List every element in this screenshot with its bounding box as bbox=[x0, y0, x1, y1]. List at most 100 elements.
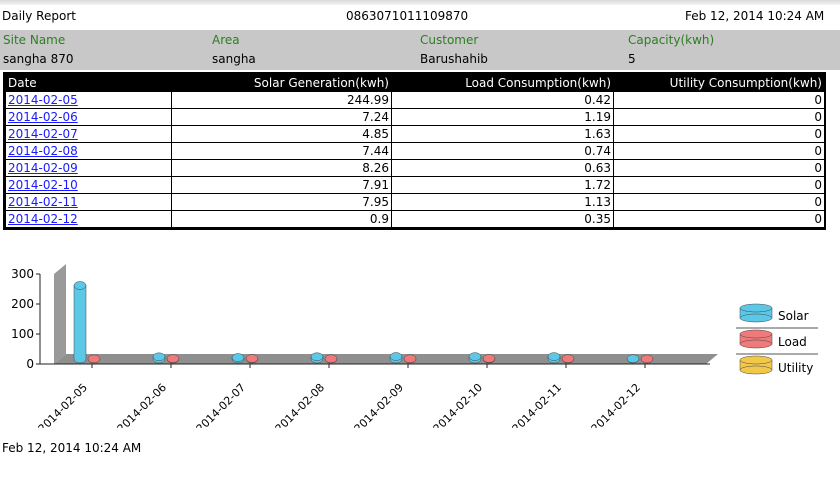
cell-date[interactable]: 2014-02-10 bbox=[5, 176, 172, 194]
x-tick-label: 2014-02-06 bbox=[115, 381, 169, 428]
chart-back-wall bbox=[54, 264, 66, 364]
site-name-label: Site Name bbox=[3, 33, 66, 47]
solar-bar bbox=[310, 352, 324, 364]
col-header-solar: Solar Generation(kwh) bbox=[171, 74, 392, 92]
cell-date[interactable]: 2014-02-12 bbox=[5, 210, 172, 228]
cell-date[interactable]: 2014-02-11 bbox=[5, 193, 172, 211]
solar-bar bbox=[626, 354, 640, 364]
cell-utility: 0 bbox=[613, 176, 825, 194]
cell-solar: 244.99 bbox=[171, 91, 392, 109]
date-link[interactable]: 2014-02-06 bbox=[8, 110, 78, 124]
load-bar bbox=[640, 354, 654, 364]
y-tick-label: 300 bbox=[11, 267, 34, 281]
capacity-label: Capacity(kwh) bbox=[628, 33, 715, 47]
site-info-panel: Site Name sangha 870 Area sangha Custome… bbox=[0, 30, 840, 70]
area-label: Area bbox=[212, 33, 240, 47]
cell-utility: 0 bbox=[613, 108, 825, 126]
customer-value: Barushahib bbox=[420, 52, 488, 66]
table-row: 2014-02-12 0.9 0.35 0 bbox=[5, 210, 825, 228]
x-tick-label: 2014-02-05 bbox=[36, 381, 90, 428]
cell-date[interactable]: 2014-02-07 bbox=[5, 125, 172, 143]
date-link[interactable]: 2014-02-11 bbox=[8, 195, 78, 209]
load-bar bbox=[561, 354, 575, 364]
load-bar bbox=[245, 354, 259, 364]
col-header-date: Date bbox=[5, 74, 172, 92]
cell-utility: 0 bbox=[613, 125, 825, 143]
cell-solar: 7.24 bbox=[171, 108, 392, 126]
report-title: Daily Report bbox=[2, 9, 76, 23]
cell-date[interactable]: 2014-02-05 bbox=[5, 91, 172, 109]
area-value: sangha bbox=[212, 52, 256, 66]
capacity-value: 5 bbox=[628, 52, 636, 66]
cell-date[interactable]: 2014-02-09 bbox=[5, 159, 172, 177]
cell-solar: 4.85 bbox=[171, 125, 392, 143]
solar-bar bbox=[231, 353, 245, 364]
table-row: 2014-02-09 8.26 0.63 0 bbox=[5, 159, 825, 177]
load-bar bbox=[403, 354, 417, 364]
cell-date[interactable]: 2014-02-06 bbox=[5, 108, 172, 126]
daily-data-table-frame: Date Solar Generation(kwh) Load Consumpt… bbox=[3, 72, 826, 230]
x-tick-label: 2014-02-12 bbox=[589, 381, 643, 428]
cell-utility: 0 bbox=[613, 193, 825, 211]
x-tick-label: 2014-02-11 bbox=[510, 381, 564, 428]
x-tick-label: 2014-02-10 bbox=[431, 381, 485, 428]
cell-date[interactable]: 2014-02-08 bbox=[5, 142, 172, 160]
solar-bar bbox=[468, 352, 482, 364]
table-row: 2014-02-06 7.24 1.19 0 bbox=[5, 108, 825, 126]
col-header-load: Load Consumption(kwh) bbox=[391, 74, 614, 92]
load-bar bbox=[87, 354, 101, 364]
load-bar bbox=[324, 354, 338, 364]
cell-solar: 7.44 bbox=[171, 142, 392, 160]
header-rule bbox=[0, 0, 840, 5]
legend-label: Solar bbox=[778, 309, 809, 323]
x-tick-label: 2014-02-08 bbox=[273, 381, 327, 428]
daily-data-table: Date Solar Generation(kwh) Load Consumpt… bbox=[5, 74, 825, 228]
cell-utility: 0 bbox=[613, 159, 825, 177]
table-row: 2014-02-11 7.95 1.13 0 bbox=[5, 193, 825, 211]
date-link[interactable]: 2014-02-10 bbox=[8, 178, 78, 192]
cell-load: 1.63 bbox=[391, 125, 614, 143]
cell-utility: 0 bbox=[613, 91, 825, 109]
y-tick-label: 200 bbox=[11, 297, 34, 311]
report-datetime: Feb 12, 2014 10:24 AM bbox=[685, 9, 825, 23]
y-tick-label: 100 bbox=[11, 327, 34, 341]
cell-load: 0.63 bbox=[391, 159, 614, 177]
cell-load: 1.19 bbox=[391, 108, 614, 126]
legend-item-utility: Utility bbox=[739, 355, 813, 375]
solar-bar bbox=[389, 352, 403, 364]
solar-bar bbox=[73, 281, 87, 364]
date-link[interactable]: 2014-02-12 bbox=[8, 212, 78, 226]
site-name-value: sangha 870 bbox=[3, 52, 74, 66]
footer-datetime: Feb 12, 2014 10:24 AM bbox=[2, 441, 142, 455]
cell-load: 0.74 bbox=[391, 142, 614, 160]
load-bar bbox=[482, 354, 496, 364]
legend-label: Utility bbox=[778, 361, 813, 375]
report-header: Daily Report 0863071011109870 Feb 12, 20… bbox=[0, 0, 840, 30]
table-row: 2014-02-08 7.44 0.74 0 bbox=[5, 142, 825, 160]
cell-solar: 7.95 bbox=[171, 193, 392, 211]
legend-item-solar: Solar bbox=[739, 303, 809, 323]
energy-chart: 0 100 200 300 2014-02-05 2014-02-06 2014-02-07… bbox=[11, 264, 818, 428]
load-bar bbox=[166, 354, 180, 364]
table-row: 2014-02-10 7.91 1.72 0 bbox=[5, 176, 825, 194]
legend-label: Load bbox=[778, 335, 807, 349]
table-row: 2014-02-05 244.99 0.42 0 bbox=[5, 91, 825, 109]
cell-solar: 7.91 bbox=[171, 176, 392, 194]
cell-solar: 8.26 bbox=[171, 159, 392, 177]
x-tick-label: 2014-02-07 bbox=[194, 381, 248, 428]
col-header-utility: Utility Consumption(kwh) bbox=[613, 74, 825, 92]
date-link[interactable]: 2014-02-09 bbox=[8, 161, 78, 175]
date-link[interactable]: 2014-02-08 bbox=[8, 144, 78, 158]
cell-load: 0.42 bbox=[391, 91, 614, 109]
legend-item-load: Load bbox=[739, 329, 807, 349]
y-tick-label: 0 bbox=[26, 357, 34, 371]
cell-utility: 0 bbox=[613, 142, 825, 160]
cell-load: 1.72 bbox=[391, 176, 614, 194]
solar-bar bbox=[152, 352, 166, 364]
date-link[interactable]: 2014-02-05 bbox=[8, 93, 78, 107]
table-row: 2014-02-07 4.85 1.63 0 bbox=[5, 125, 825, 143]
date-link[interactable]: 2014-02-07 bbox=[8, 127, 78, 141]
cell-load: 1.13 bbox=[391, 193, 614, 211]
x-tick-label: 2014-02-09 bbox=[352, 381, 406, 428]
device-id: 0863071011109870 bbox=[346, 9, 469, 23]
